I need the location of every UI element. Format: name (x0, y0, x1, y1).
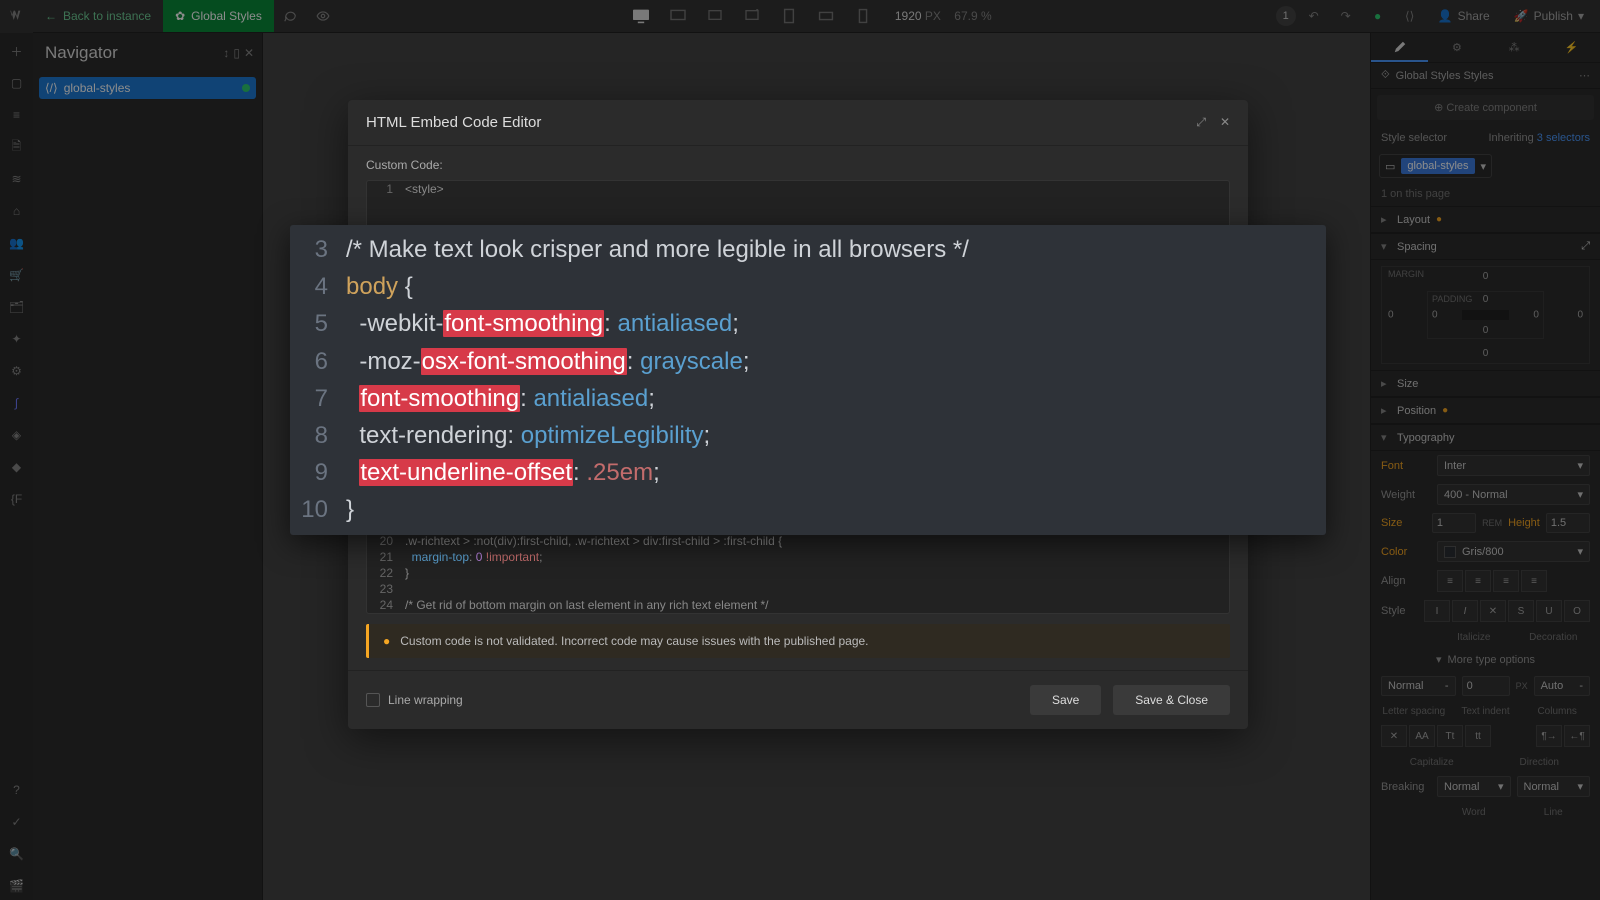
zoom-line-4: 4body { (290, 268, 1326, 305)
save-button[interactable]: Save (1030, 685, 1101, 715)
code-line: 22} (367, 565, 1229, 581)
code-line: 23 (367, 581, 1229, 597)
code-line: 1<style> (367, 181, 1229, 197)
modal-header: HTML Embed Code Editor ⤢ ✕ (348, 100, 1248, 146)
modal-footer: Line wrapping Save Save & Close (348, 670, 1248, 729)
code-line: 24/* Get rid of bottom margin on last el… (367, 597, 1229, 613)
validation-warning: ● Custom code is not validated. Incorrec… (366, 624, 1230, 658)
warning-text: Custom code is not validated. Incorrect … (400, 634, 868, 648)
code-line: 21 margin-top: 0 !important; (367, 549, 1229, 565)
save-close-button[interactable]: Save & Close (1113, 685, 1230, 715)
code-line: 20.w-richtext > :not(div):first-child, .… (367, 533, 1229, 549)
zoom-line-7: 7 font-smoothing: antialiased; (290, 380, 1326, 417)
line-wrapping-checkbox[interactable]: Line wrapping (366, 693, 463, 707)
zoom-line-6: 6 -moz-osx-font-smoothing: grayscale; (290, 343, 1326, 380)
zoom-line-8: 8 text-rendering: optimizeLegibility; (290, 417, 1326, 454)
modal-title: HTML Embed Code Editor (366, 114, 541, 131)
zoom-line-10: 10} (290, 491, 1326, 528)
close-modal-icon[interactable]: ✕ (1220, 115, 1230, 130)
warning-icon: ● (383, 634, 390, 648)
zoom-line-3: 3/* Make text look crisper and more legi… (290, 231, 1326, 268)
expand-modal-icon[interactable]: ⤢ (1196, 115, 1206, 130)
zoomed-code-overlay: 3/* Make text look crisper and more legi… (290, 225, 1326, 535)
zoom-line-9: 9 text-underline-offset: .25em; (290, 454, 1326, 491)
lw-label: Line wrapping (388, 693, 463, 707)
custom-code-label: Custom Code: (366, 158, 1230, 172)
zoom-line-5: 5 -webkit-font-smoothing: antialiased; (290, 305, 1326, 342)
checkbox-icon[interactable] (366, 693, 380, 707)
